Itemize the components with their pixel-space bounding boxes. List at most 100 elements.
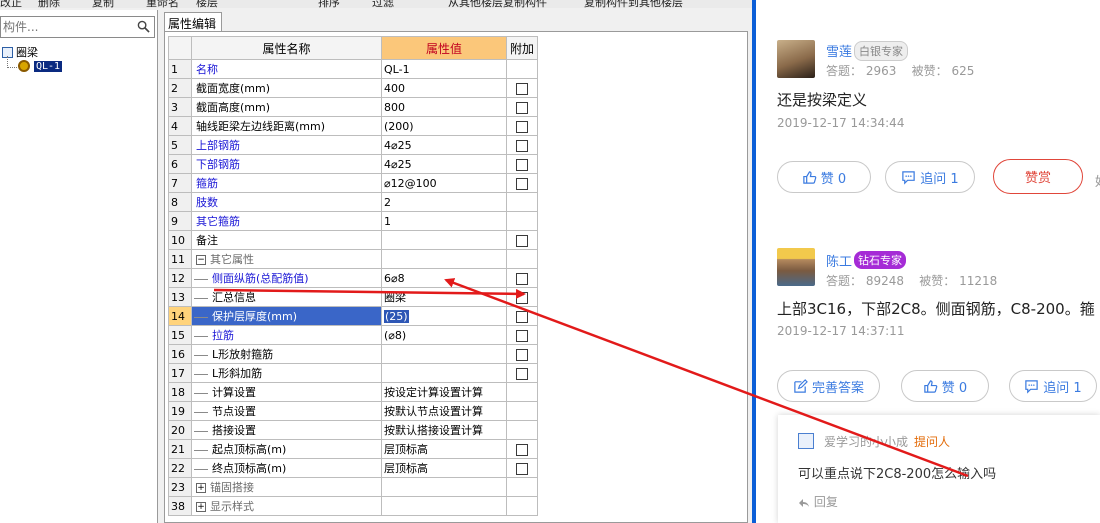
property-name-cell[interactable]: 名称 <box>191 59 382 79</box>
property-value-cell[interactable]: 按默认节点设置计算 <box>381 401 507 421</box>
extra-checkbox[interactable] <box>516 462 528 475</box>
toolbar-item[interactable]: 重命名 <box>146 0 179 8</box>
property-name-cell[interactable]: L形放射箍筋 <box>191 344 382 364</box>
table-row[interactable]: 3 截面高度(mm) 800 <box>168 97 538 117</box>
table-row[interactable]: 38 + 显示样式 <box>168 496 538 516</box>
extra-checkbox[interactable] <box>516 120 528 133</box>
toolbar-item[interactable]: 排序 <box>318 0 340 8</box>
property-value-cell[interactable] <box>381 344 507 364</box>
extra-checkbox[interactable] <box>516 291 528 304</box>
extra-checkbox[interactable] <box>516 177 528 190</box>
toolbar-item[interactable]: 复制 <box>92 0 114 8</box>
property-value-cell[interactable]: ⌀12@100 <box>381 173 507 193</box>
property-value-cell[interactable]: (200) <box>381 116 507 136</box>
property-value-cell[interactable]: 6⌀8 <box>381 268 507 288</box>
property-name-cell[interactable]: 拉筋 <box>191 325 382 345</box>
property-value-cell[interactable]: 800 <box>381 97 507 117</box>
property-name-cell[interactable]: − 其它属性 <box>191 249 382 269</box>
property-value-cell[interactable]: 层顶标高 <box>381 439 507 459</box>
property-value-cell[interactable]: QL-1 <box>381 59 507 79</box>
extra-checkbox[interactable] <box>516 367 528 380</box>
table-row[interactable]: 7 箍筋 ⌀12@100 <box>168 173 538 193</box>
property-value-cell[interactable]: 层顶标高 <box>381 458 507 478</box>
collapse-icon[interactable]: − <box>196 255 206 265</box>
table-row[interactable]: 13 汇总信息 圈梁 <box>168 287 538 307</box>
tab-property-edit[interactable]: 属性编辑 <box>164 12 222 32</box>
extra-checkbox[interactable] <box>516 348 528 361</box>
property-name-cell[interactable]: 箍筋 <box>191 173 382 193</box>
table-row[interactable]: 8 肢数 2 <box>168 192 538 212</box>
extra-checkbox[interactable] <box>516 101 528 114</box>
table-row[interactable]: 21 起点顶标高(m) 层顶标高 <box>168 439 538 459</box>
toolbar-item[interactable]: 删除 <box>38 0 60 8</box>
property-name-cell[interactable]: 计算设置 <box>191 382 382 402</box>
extra-checkbox[interactable] <box>516 443 528 456</box>
property-name-cell[interactable]: 备注 <box>191 230 382 250</box>
property-name-cell[interactable]: 终点顶标高(m) <box>191 458 382 478</box>
follow-up-button[interactable]: 追问 1 <box>1009 370 1097 402</box>
extra-checkbox[interactable] <box>516 234 528 247</box>
property-value-cell[interactable] <box>381 249 507 269</box>
property-value-cell[interactable]: 1 <box>381 211 507 231</box>
table-row[interactable]: 6 下部钢筋 4⌀25 <box>168 154 538 174</box>
table-row[interactable]: 20 搭接设置 按默认搭接设置计算 <box>168 420 538 440</box>
table-row[interactable]: 4 轴线距梁左边线距离(mm) (200) <box>168 116 538 136</box>
property-name-cell[interactable]: 下部钢筋 <box>191 154 382 174</box>
search-icon[interactable] <box>137 20 150 33</box>
extra-checkbox[interactable] <box>516 82 528 95</box>
property-value-cell[interactable]: (⌀8) <box>381 325 507 345</box>
property-value-cell[interactable]: 按默认搭接设置计算 <box>381 420 507 440</box>
like-button[interactable]: 赞 0 <box>777 161 871 193</box>
property-name-cell[interactable]: 截面宽度(mm) <box>191 78 382 98</box>
toolbar-item[interactable]: 过滤 <box>372 0 394 8</box>
table-row[interactable]: 15 拉筋 (⌀8) <box>168 325 538 345</box>
property-name-cell[interactable]: 搭接设置 <box>191 420 382 440</box>
table-row[interactable]: 23 + 锚固搭接 <box>168 477 538 497</box>
table-row[interactable]: 22 终点顶标高(m) 层顶标高 <box>168 458 538 478</box>
property-value-cell[interactable] <box>381 496 507 516</box>
property-value-cell[interactable]: 按设定计算设置计算 <box>381 382 507 402</box>
comment-user[interactable]: 爱学习的小小成 <box>824 433 908 450</box>
table-row[interactable]: 11− 其它属性 <box>168 249 538 269</box>
property-name-cell[interactable]: 节点设置 <box>191 401 382 421</box>
extra-checkbox[interactable] <box>516 310 528 323</box>
expand-icon[interactable]: + <box>196 502 206 512</box>
toolbar-item[interactable]: 楼层 <box>196 0 218 8</box>
follow-up-button[interactable]: 追问 1 <box>885 161 975 193</box>
property-name-cell[interactable]: + 锚固搭接 <box>191 477 382 497</box>
extra-checkbox[interactable] <box>516 139 528 152</box>
table-row[interactable]: 2 截面宽度(mm) 400 <box>168 78 538 98</box>
table-row[interactable]: 10 备注 <box>168 230 538 250</box>
property-value-cell[interactable] <box>381 230 507 250</box>
property-name-cell[interactable]: 保护层厚度(mm) <box>191 306 382 326</box>
toolbar-item[interactable]: 从其他楼层复制构件 <box>448 0 547 8</box>
table-row[interactable]: 17 L形斜加筋 <box>168 363 538 383</box>
extra-checkbox[interactable] <box>516 272 528 285</box>
property-name-cell[interactable]: 截面高度(mm) <box>191 97 382 117</box>
improve-answer-button[interactable]: 完善答案 <box>777 370 880 402</box>
table-row[interactable]: 5 上部钢筋 4⌀25 <box>168 135 538 155</box>
table-row[interactable]: 16 L形放射箍筋 <box>168 344 538 364</box>
extra-checkbox[interactable] <box>516 329 528 342</box>
tree-item-ql1[interactable]: QL-1 <box>18 60 63 72</box>
table-row[interactable]: 12 侧面纵筋(总配筋值) 6⌀8 <box>168 268 538 288</box>
property-value-cell[interactable] <box>381 363 507 383</box>
property-value-cell[interactable]: (25) <box>381 306 507 326</box>
property-name-cell[interactable]: 肢数 <box>191 192 382 212</box>
table-row[interactable]: 9 其它箍筋 1 <box>168 211 538 231</box>
toolbar-item[interactable]: 复制构件到其他楼层 <box>584 0 683 8</box>
property-name-cell[interactable]: 汇总信息 <box>191 287 382 307</box>
property-value-cell[interactable]: 4⌀25 <box>381 135 507 155</box>
avatar[interactable] <box>777 248 815 286</box>
property-value-cell[interactable]: 4⌀25 <box>381 154 507 174</box>
property-name-cell[interactable]: L形斜加筋 <box>191 363 382 383</box>
search-box[interactable] <box>0 16 155 38</box>
like-button[interactable]: 赞 0 <box>901 370 989 402</box>
avatar[interactable] <box>777 40 815 78</box>
property-value-cell[interactable]: 圈梁 <box>381 287 507 307</box>
expand-icon[interactable]: + <box>196 483 206 493</box>
table-row[interactable]: 1 名称 QL-1 <box>168 59 538 79</box>
property-name-cell[interactable]: 上部钢筋 <box>191 135 382 155</box>
property-value-cell[interactable] <box>381 477 507 497</box>
property-name-cell[interactable]: 轴线距梁左边线距离(mm) <box>191 116 382 136</box>
